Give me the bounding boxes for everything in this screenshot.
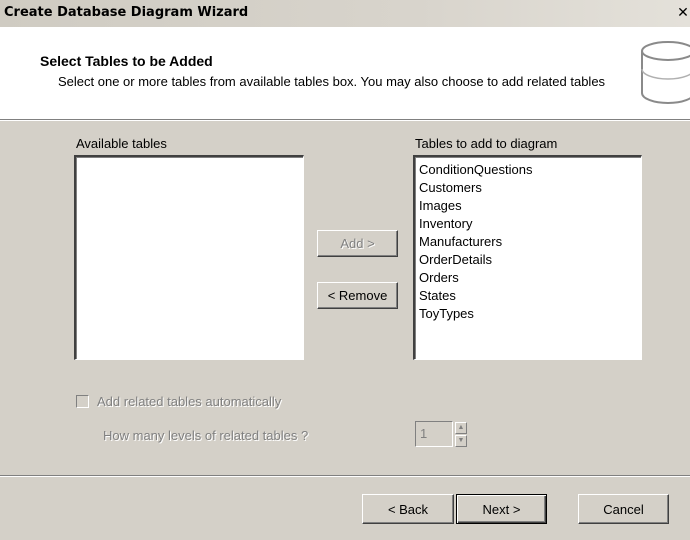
list-item[interactable]: States bbox=[419, 287, 641, 305]
database-cylinder-icon bbox=[641, 41, 690, 104]
list-item[interactable]: Customers bbox=[419, 179, 641, 197]
next-button[interactable]: Next > bbox=[456, 494, 547, 524]
remove-button[interactable]: < Remove bbox=[317, 282, 398, 309]
list-item[interactable]: ConditionQuestions bbox=[419, 161, 641, 179]
tables-to-add-list[interactable]: ConditionQuestions Customers Images Invento… bbox=[413, 155, 642, 360]
add-related-label: Add related tables automatically bbox=[97, 394, 282, 409]
footer-divider bbox=[0, 475, 690, 477]
spin-up-icon[interactable]: ▲ bbox=[455, 422, 467, 434]
list-item[interactable]: OrderDetails bbox=[419, 251, 641, 269]
available-tables-label: Available tables bbox=[76, 136, 167, 151]
page-title: Select Tables to be Added bbox=[40, 53, 213, 69]
list-item[interactable]: ToyTypes bbox=[419, 305, 641, 323]
back-button[interactable]: < Back bbox=[362, 494, 454, 524]
page-subtitle: Select one or more tables from available… bbox=[58, 74, 606, 89]
wizard-header: Select Tables to be Added Select one or … bbox=[0, 27, 690, 119]
add-button[interactable]: Add > bbox=[317, 230, 398, 257]
levels-input[interactable]: 1 bbox=[415, 421, 453, 447]
list-item[interactable]: Images bbox=[419, 197, 641, 215]
spin-down-icon[interactable]: ▼ bbox=[455, 435, 467, 447]
cancel-button[interactable]: Cancel bbox=[578, 494, 669, 524]
header-divider bbox=[0, 119, 690, 121]
levels-label: How many levels of related tables ? bbox=[103, 428, 309, 443]
close-icon[interactable]: ✕ bbox=[675, 5, 690, 21]
list-item[interactable]: Orders bbox=[419, 269, 641, 287]
add-related-checkbox[interactable] bbox=[76, 395, 89, 408]
window-title: Create Database Diagram Wizard bbox=[4, 5, 249, 20]
list-item[interactable]: Manufacturers bbox=[419, 233, 641, 251]
tables-to-add-label: Tables to add to diagram bbox=[415, 136, 558, 151]
available-tables-list[interactable] bbox=[74, 155, 304, 360]
title-bar: Create Database Diagram Wizard ✕ bbox=[0, 0, 690, 27]
list-item[interactable]: Inventory bbox=[419, 215, 641, 233]
